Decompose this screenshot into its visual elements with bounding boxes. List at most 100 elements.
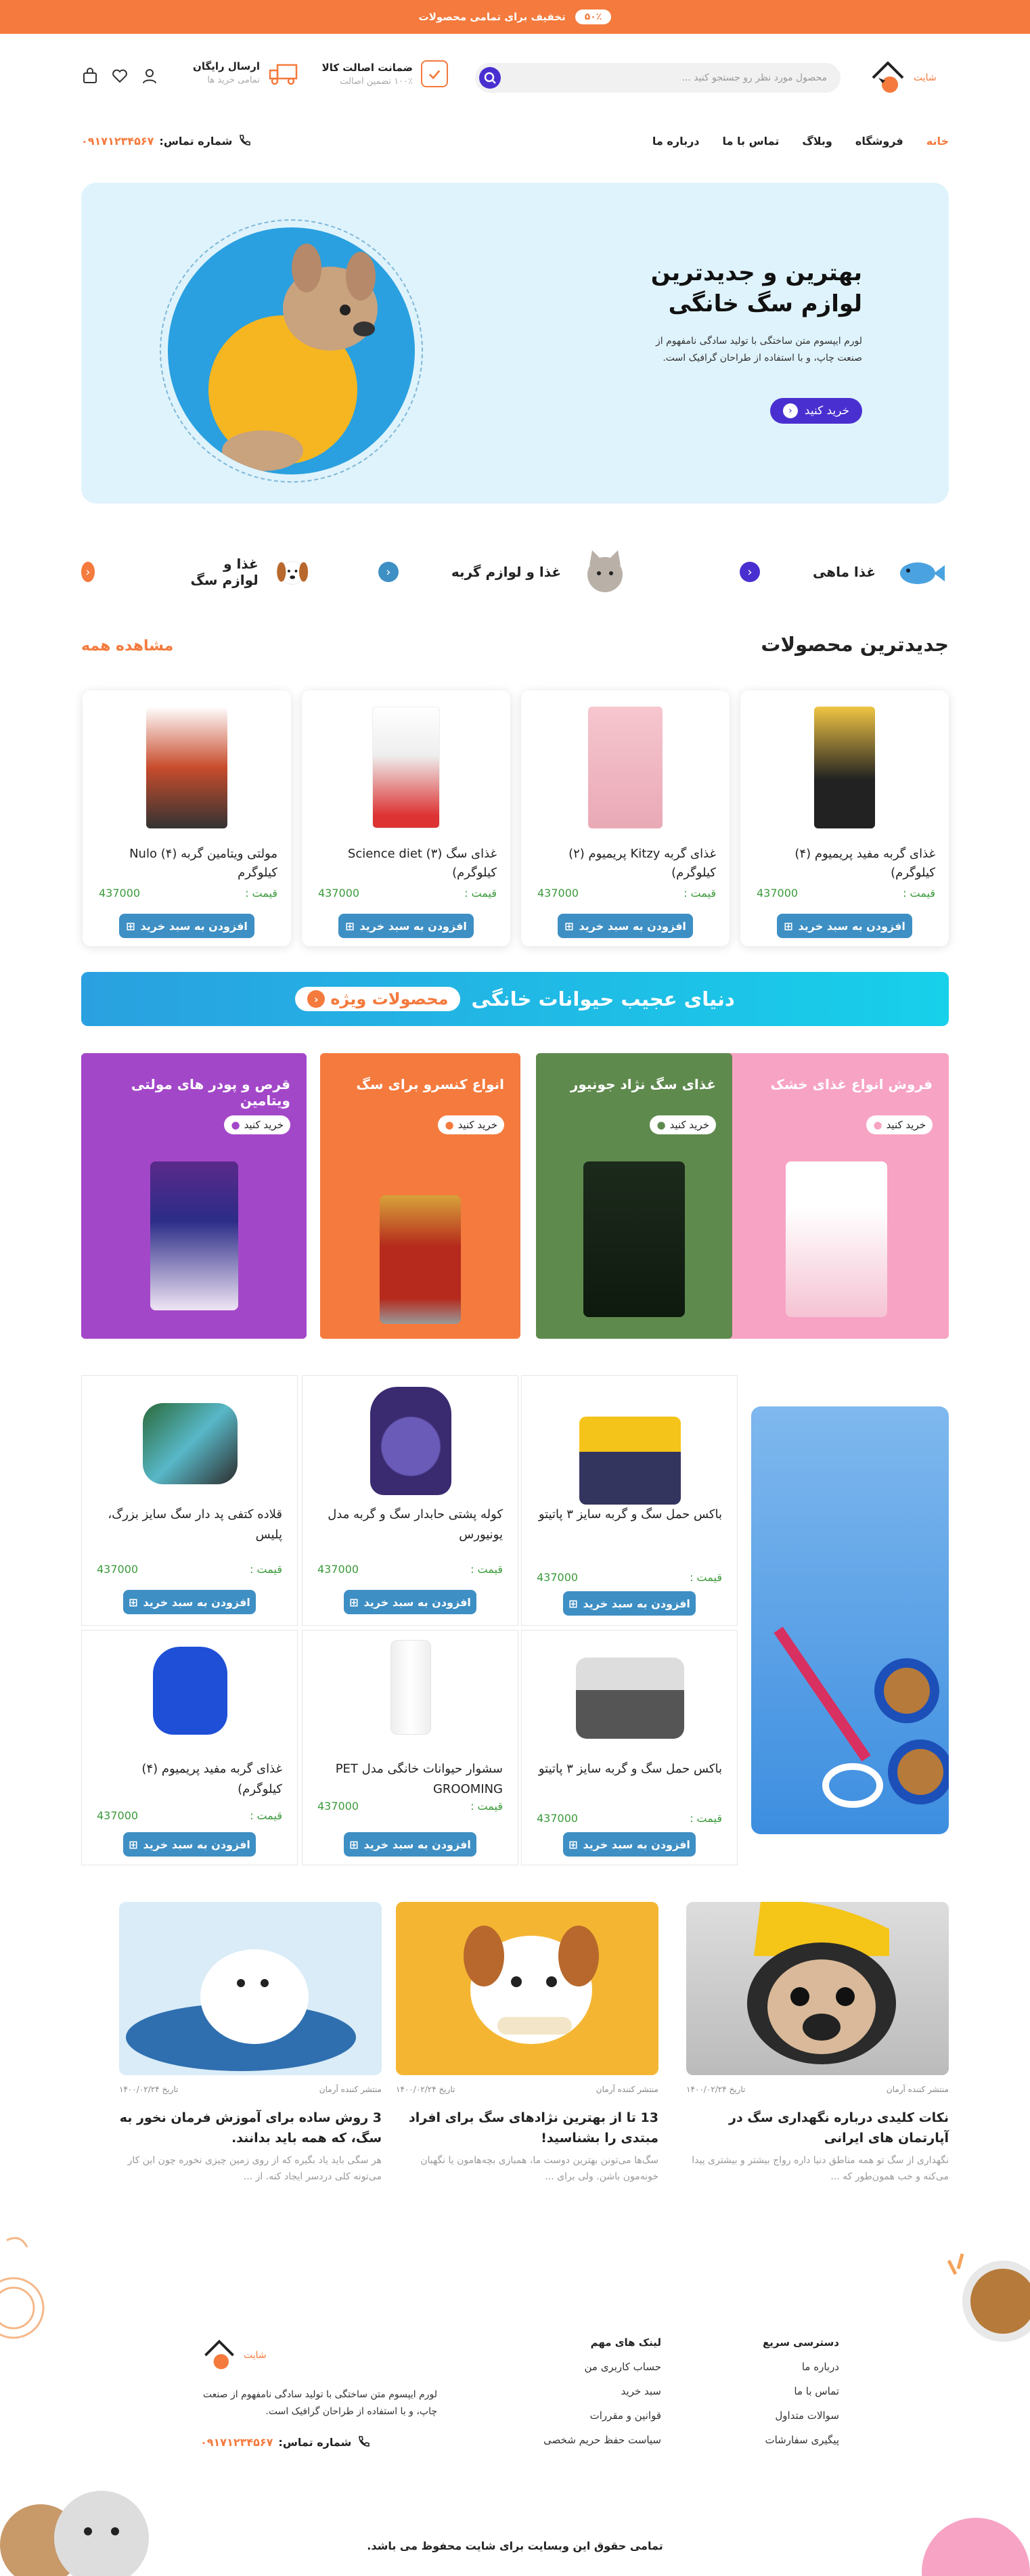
post-title[interactable]: نکات کلیدی درباره نگهداری سگ در آپارتمان… — [686, 2108, 949, 2148]
nav-shop[interactable]: فروشگاه — [855, 135, 903, 148]
decor-food-bowl — [947, 2253, 1030, 2342]
footer-link[interactable]: تماس با ما — [763, 2385, 839, 2397]
grid-product-card[interactable]: کوله پشتی حابدار سگ و گربه مدل یونیورس ق… — [302, 1375, 518, 1626]
heart-icon[interactable] — [111, 67, 129, 85]
footer-logo[interactable]: شایت — [200, 2336, 437, 2374]
add-to-cart-button[interactable]: افزودن به سبد خرید ⊞ — [119, 914, 254, 938]
site-logo[interactable]: شایت — [868, 51, 949, 105]
feature-sub: ۱۰۰٪ تضمین اصالت — [340, 76, 413, 87]
chevron-left-icon[interactable]: ‹ — [378, 562, 399, 582]
category-label: غذا و لوازم سگ — [190, 556, 259, 588]
cart-plus-icon: ⊞ — [126, 919, 135, 933]
grid-product-card[interactable]: باکس حمل سگ و گربه سایز ۳ پاتیتو قیمت : … — [521, 1375, 738, 1626]
price-label: قیمت : — [464, 887, 497, 900]
price-label: قیمت : — [250, 1809, 282, 1822]
nav-home[interactable]: خانه — [926, 135, 949, 148]
add-to-cart-button[interactable]: افزودن به سبد خرید ⊞ — [777, 914, 912, 938]
footer-link[interactable]: حساب کاربری من — [543, 2361, 661, 2373]
add-to-cart-button[interactable]: افزودن به سبد خرید ⊞ — [344, 1832, 476, 1857]
cart-plus-icon: ⊞ — [564, 919, 574, 933]
add-to-cart-button[interactable]: افزودن به سبد خرید ⊞ — [338, 914, 474, 938]
add-to-cart-label: افزودن به سبد خرید — [143, 1838, 250, 1851]
footer-link[interactable]: سیاست حفظ حریم شخصی — [543, 2434, 661, 2446]
footer-link[interactable]: سبد خرید — [543, 2385, 661, 2397]
add-to-cart-button[interactable]: افزودن به سبد خرید ⊞ — [123, 1832, 256, 1857]
search-input[interactable]: محصول مورد نظر رو جستجو کنید ... — [475, 63, 841, 93]
product-card[interactable]: مولتی ویتامین گربه (۴) Nulo کیلوگرم قیمت… — [83, 690, 291, 946]
product-card[interactable]: غذای گربه Kitzy پریمیوم (۲) کیلوگرم) قیم… — [521, 690, 730, 946]
search-button[interactable] — [479, 67, 501, 89]
footer-link[interactable]: پیگیری سفارشات — [763, 2434, 839, 2446]
promo-card-canned[interactable]: انواع کنسرو برای سگ خرید کنید ● — [320, 1053, 520, 1339]
post-author: منتشر کننده آرمان — [596, 2085, 658, 2094]
add-to-cart-label: افزودن به سبد خرید — [798, 919, 905, 933]
add-to-cart-label: افزودن به سبد خرید — [140, 919, 248, 933]
banner-text: دنیای عجیب حیوانات خانگی — [471, 987, 735, 1011]
promo-buy-button[interactable]: خرید کنید ● — [224, 1115, 290, 1134]
hero-buy-button[interactable]: خرید کنید ‹ — [770, 398, 862, 424]
featured-products-link[interactable]: محصولات ویژه ‹ — [295, 987, 461, 1011]
add-to-cart-button[interactable]: افزودن به سبد خرید ⊞ — [123, 1590, 256, 1614]
blog-post[interactable]: منتشر کننده آرمان تاریخ ۱۴۰۰/۰۲/۲۴ نکات ک… — [686, 1902, 949, 2186]
promo-card-vitamins[interactable]: قرص و پودر های مولتی ویتامین خرید کنید ● — [81, 1053, 307, 1339]
logo-icon — [872, 62, 904, 93]
footer-link[interactable]: سوالات متداول — [763, 2410, 839, 2422]
featured-tag-label: محصولات ویژه — [330, 990, 449, 1008]
nav-about[interactable]: درباره ما — [652, 135, 700, 148]
search-icon — [484, 72, 496, 84]
post-meta: منتشر کننده آرمان تاریخ ۱۴۰۰/۰۲/۲۴ — [396, 2085, 658, 2094]
footer-link[interactable]: درباره ما — [763, 2361, 839, 2373]
category-fish[interactable]: غذا ماهی ‹ — [739, 541, 949, 602]
grid-product-card[interactable]: باکس حمل سگ و گربه سایز ۳ پاتیتو قیمت : … — [521, 1630, 738, 1865]
product-image — [814, 707, 875, 828]
cart-icon[interactable] — [81, 67, 99, 85]
cart-plus-icon: ⊞ — [349, 1838, 359, 1851]
phone-number[interactable]: ۰۹۱۷۱۲۳۴۵۶۷ — [81, 135, 154, 148]
feature-sub: تمامی خرید ها — [207, 75, 260, 85]
price-label: قیمت : — [250, 1563, 282, 1576]
add-to-cart-button[interactable]: افزودن به سبد خرید ⊞ — [563, 1832, 696, 1857]
post-title[interactable]: 3 روش ساده برای آموزش فرمان نخور به سگ، … — [119, 2108, 382, 2148]
post-date: تاریخ ۱۴۰۰/۰۲/۲۴ — [396, 2085, 455, 2094]
chevron-left-icon[interactable]: ‹ — [81, 562, 95, 582]
dog-icon — [276, 560, 308, 585]
category-cat[interactable]: غذا و لوازم گربه ‹ — [378, 541, 634, 602]
add-to-cart-button[interactable]: افزودن به سبد خرید ⊞ — [558, 914, 693, 938]
promo-card-dry-food[interactable]: فروش انواع غذای خشک خرید کنید ● — [723, 1053, 949, 1339]
nav-contact[interactable]: تماس با ما — [723, 135, 780, 148]
grid-product-card[interactable]: قلاده کتفی پد دار سگ سایز بزرگ، پلیس قیم… — [81, 1375, 298, 1626]
footer-link[interactable]: قوانین و مقررات — [543, 2410, 661, 2422]
add-to-cart-button[interactable]: افزودن به سبد خرید ⊞ — [344, 1590, 476, 1614]
post-title[interactable]: 13 تا از بهترین نژادهای سگ برای افراد مب… — [396, 2108, 658, 2148]
grid-product-card[interactable]: غذای گربه مفید پریمیوم (۴) کیلوگرم) قیمت… — [81, 1630, 298, 1865]
phone-number[interactable]: ۰۹۱۷۱۲۳۴۵۶۷ — [200, 2436, 273, 2449]
product-card[interactable]: غذای سگ Science diet (۳) کیلوگرم) قیمت :… — [302, 690, 510, 946]
truck-icon — [269, 64, 298, 85]
see-all-link[interactable]: مشاهده همه — [81, 638, 173, 654]
post-image — [396, 1902, 658, 2075]
chevron-left-icon[interactable]: ‹ — [739, 562, 760, 582]
user-icon[interactable] — [141, 67, 158, 85]
nav-links: خانه فروشگاه وبلاگ تماس با ما درباره ما — [652, 135, 949, 148]
add-to-cart-button[interactable]: افزودن به سبد خرید ⊞ — [563, 1591, 696, 1616]
topbar-text: تخفیف برای تمامی محصولات — [418, 11, 566, 23]
price-value: 437000 — [317, 1563, 359, 1576]
promo-buy-button[interactable]: خرید کنید ● — [438, 1115, 504, 1134]
promo-buy-button[interactable]: خرید کنید ● — [866, 1115, 933, 1134]
price-value: 437000 — [318, 887, 360, 900]
side-promo-image — [751, 1406, 953, 1834]
blog-post[interactable]: منتشر کننده آرمان تاریخ ۱۴۰۰/۰۲/۲۴ 13 تا … — [396, 1902, 658, 2186]
category-label: غذا و لوازم گربه — [451, 564, 561, 580]
blog-post[interactable]: منتشر کننده آرمان تاریخ ۱۴۰۰/۰۲/۲۴ 3 روش … — [119, 1902, 382, 2186]
logo-icon — [204, 2339, 234, 2370]
price-label: قیمت : — [470, 1563, 503, 1576]
price-label: قیمت : — [245, 887, 277, 900]
product-card[interactable]: غذای گربه مفید پریمیوم (۴) کیلوگرم) قیمت… — [740, 690, 949, 946]
category-dog[interactable]: غذا و لوازم سگ ‹ — [81, 541, 311, 602]
promo-buy-button[interactable]: خرید کنید ● — [650, 1115, 716, 1134]
nav-blog[interactable]: وبلاگ — [802, 135, 832, 148]
grid-product-card[interactable]: سشوار حیوانات خانگی مدل PET GROOMING قیم… — [302, 1630, 518, 1865]
logo-text: شایت — [914, 72, 937, 83]
footer: دسترسی سریع درباره ما تماس با ما سوالات … — [0, 2220, 1030, 2576]
promo-card-junior[interactable]: غذای سگ نژاد جونیور خرید کنید ● — [536, 1053, 732, 1339]
